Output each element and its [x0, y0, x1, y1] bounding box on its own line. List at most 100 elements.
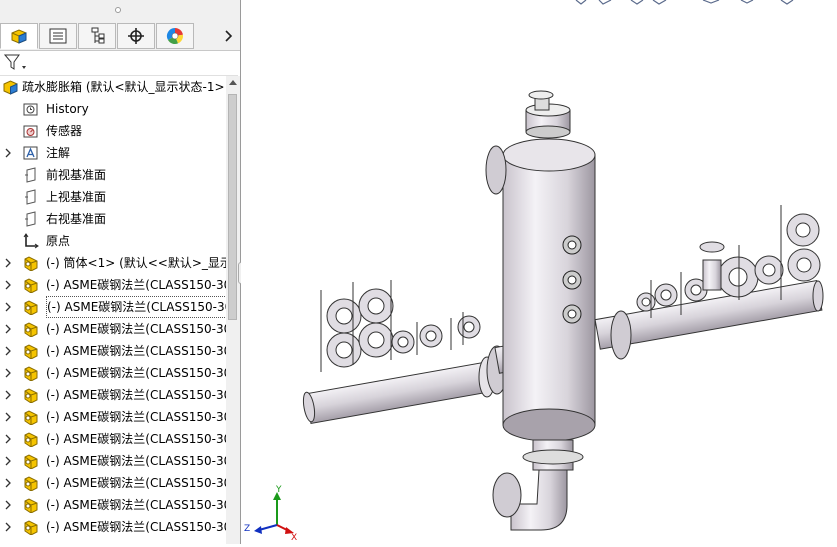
tree-item[interactable]: 前视基准面 — [0, 164, 226, 186]
part-icon — [24, 520, 38, 535]
assembly-icon — [11, 29, 27, 44]
tree-item-label: (-) ASME碳钢法兰(CLASS150-30 — [46, 432, 226, 446]
tree-item[interactable]: (-) ASME碳钢法兰(CLASS150-30 — [0, 494, 226, 516]
tree-item[interactable]: (-) ASME碳钢法兰(CLASS150-30 — [0, 450, 226, 472]
right-header-pipe — [594, 280, 824, 360]
left-valve-cluster — [320, 280, 481, 372]
tree-item-label: 右视基准面 — [46, 212, 107, 226]
tree-item[interactable]: History — [0, 98, 226, 120]
graphics-area[interactable]: Y Z X — [241, 0, 837, 544]
plane-icon — [25, 189, 36, 205]
tree-item[interactable]: 传感器 — [0, 120, 226, 142]
part-icon — [24, 366, 38, 381]
tree-item[interactable]: (-) ASME碳钢法兰(CLASS150-30 — [0, 516, 226, 538]
configurationmanager-tab[interactable] — [78, 23, 116, 49]
part-icon — [24, 278, 38, 293]
plane-icon — [25, 211, 36, 227]
scroll-up-icon[interactable] — [229, 80, 237, 85]
tree-item[interactable]: 注解 — [0, 142, 226, 164]
vessel — [485, 90, 596, 531]
feature-manager-panel: 疏水膨胀箱 (默认<默认_显示状态-1> History 传感器注解前视基准面上视… — [0, 0, 241, 544]
tree-item[interactable]: (-) ASME碳钢法兰(CLASS150-30 — [0, 274, 226, 296]
expand-arrow-icon[interactable] — [4, 478, 12, 488]
tabs-more-button[interactable] — [220, 23, 238, 49]
filter-icon[interactable] — [4, 54, 28, 72]
scroll-thumb[interactable] — [228, 94, 237, 320]
expand-arrow-icon[interactable] — [4, 456, 12, 466]
tree-scrollbar[interactable] — [226, 76, 240, 544]
tree-item[interactable]: (-) ASME碳钢法兰(CLASS150-30 — [0, 428, 226, 450]
axis-triad: Y Z X — [244, 485, 297, 543]
annotation-icon — [23, 146, 38, 160]
tree-item[interactable]: (-) ASME碳钢法兰(CLASS150-30 — [0, 296, 226, 318]
tree-item[interactable]: (-) ASME碳钢法兰(CLASS150-30 — [0, 362, 226, 384]
part-icon — [24, 432, 38, 447]
axis-x-label: X — [291, 533, 297, 543]
tree-item-label: (-) ASME碳钢法兰(CLASS150-30 — [46, 388, 226, 402]
origin-icon — [23, 233, 39, 249]
axis-z-label: Z — [244, 524, 250, 534]
model-view[interactable]: Y Z X — [241, 0, 837, 544]
tree-item[interactable]: 原点 — [0, 230, 226, 252]
tree-item[interactable]: 右视基准面 — [0, 208, 226, 230]
part-icon — [24, 476, 38, 491]
property-list-icon — [49, 28, 67, 44]
tree-item-label: History — [46, 102, 89, 116]
tree-item-label: (-) ASME碳钢法兰(CLASS150-30 — [46, 454, 226, 468]
feature-tree: 疏水膨胀箱 (默认<默认_显示状态-1> History 传感器注解前视基准面上视… — [0, 76, 226, 544]
tree-root[interactable]: 疏水膨胀箱 (默认<默认_显示状态-1> — [0, 76, 226, 98]
expand-arrow-icon[interactable] — [4, 148, 12, 158]
grip-dot[interactable] — [115, 7, 121, 13]
dimxpert-tab[interactable] — [117, 23, 155, 49]
tree-item[interactable]: (-) ASME碳钢法兰(CLASS150-30 — [0, 318, 226, 340]
tree-item[interactable]: (-) ASME碳钢法兰(CLASS150-30 — [0, 406, 226, 428]
plane-icon — [25, 167, 36, 183]
expand-arrow-icon[interactable] — [4, 368, 12, 378]
tree-item-label: (-) ASME碳钢法兰(CLASS150-30 — [46, 322, 226, 336]
tree-item-label: (-) ASME碳钢法兰(CLASS150-30 — [46, 296, 226, 318]
view-toolbar[interactable] — [575, 0, 794, 5]
manager-tabs — [0, 22, 240, 51]
expand-arrow-icon[interactable] — [4, 280, 12, 290]
featuremanager-tab[interactable] — [0, 23, 38, 49]
panel-grip[interactable] — [0, 0, 240, 22]
tree-item-label: 注解 — [46, 146, 71, 160]
display-manager-tab[interactable] — [156, 23, 194, 49]
tree-item[interactable]: (-) ASME碳钢法兰(CLASS150-30 — [0, 384, 226, 406]
tree-root-label: 疏水膨胀箱 (默认<默认_显示状态-1> — [22, 80, 225, 94]
part-icon — [24, 256, 38, 271]
part-icon — [24, 344, 38, 359]
tree-item-label: (-) ASME碳钢法兰(CLASS150-30 — [46, 344, 226, 358]
history-folder-icon — [23, 103, 38, 116]
assembly-icon — [3, 80, 18, 95]
expand-arrow-icon[interactable] — [4, 434, 12, 444]
part-icon — [24, 388, 38, 403]
part-icon — [24, 300, 38, 315]
tree-item-label: (-) ASME碳钢法兰(CLASS150-30 — [46, 366, 226, 380]
tree-item-label: (-) ASME碳钢法兰(CLASS150-30 — [46, 476, 226, 490]
part-icon — [24, 454, 38, 469]
expand-arrow-icon[interactable] — [4, 302, 12, 312]
tree-item-label: 传感器 — [46, 124, 83, 138]
tree-item[interactable]: (-) ASME碳钢法兰(CLASS150-30 — [0, 472, 226, 494]
tree-item[interactable]: (-) 筒体<1> (默认<<默认>_显示 — [0, 252, 226, 274]
expand-arrow-icon[interactable] — [4, 390, 12, 400]
expand-arrow-icon[interactable] — [4, 346, 12, 356]
propertymanager-tab[interactable] — [39, 23, 77, 49]
tree-item[interactable]: (-) ASME碳钢法兰(CLASS150-30 — [0, 340, 226, 362]
expand-arrow-icon[interactable] — [4, 522, 12, 532]
expand-arrow-icon[interactable] — [4, 324, 12, 334]
part-icon — [24, 322, 38, 337]
tree-item[interactable]: 上视基准面 — [0, 186, 226, 208]
tree-item-label: (-) ASME碳钢法兰(CLASS150-30 — [46, 498, 226, 512]
configuration-icon — [91, 27, 105, 44]
tree-item-label: 原点 — [46, 234, 71, 248]
sensor-icon — [23, 125, 38, 138]
expand-arrow-icon[interactable] — [4, 258, 12, 268]
tree-item-label: (-) ASME碳钢法兰(CLASS150-30 — [46, 410, 226, 424]
expand-arrow-icon[interactable] — [4, 500, 12, 510]
expand-arrow-icon[interactable] — [4, 412, 12, 422]
tree-item-label: 上视基准面 — [46, 190, 107, 204]
color-wheel-icon — [166, 27, 184, 45]
crosshair-icon — [128, 28, 144, 44]
